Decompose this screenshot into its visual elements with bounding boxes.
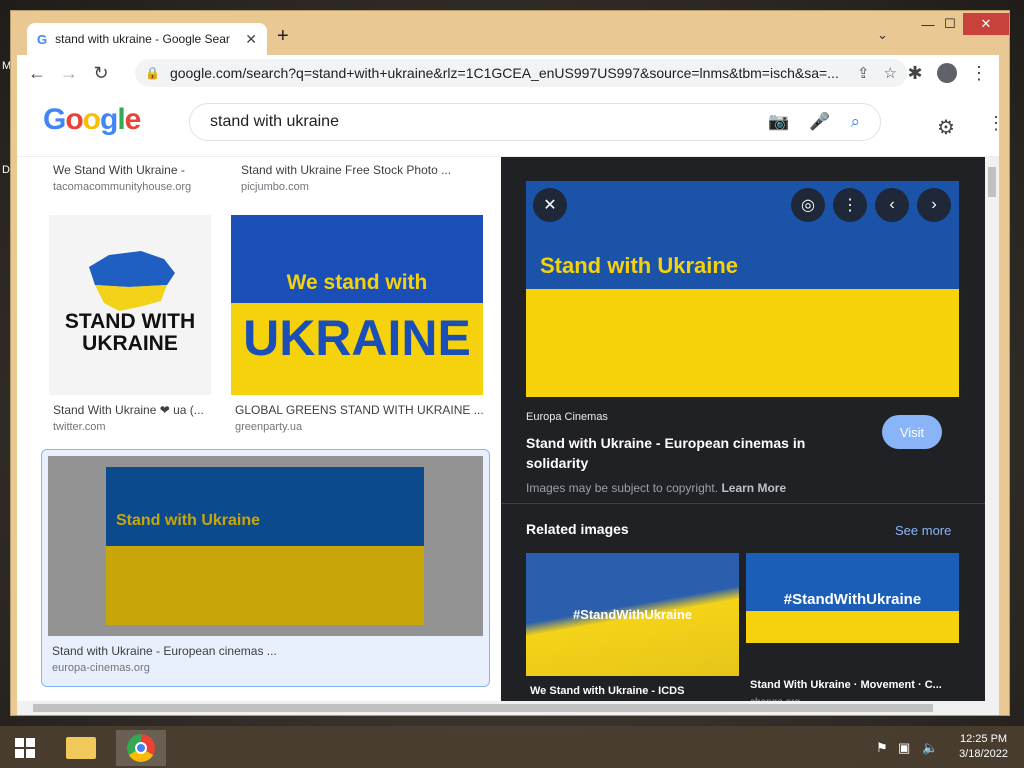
back-button[interactable]: ← (21, 59, 53, 87)
windows-start-icon[interactable] (0, 730, 50, 766)
clock-time: 12:25 PM (959, 733, 1008, 745)
preview-image-text: Stand with Ukraine (540, 253, 739, 278)
close-tab-icon[interactable]: ✕ (245, 31, 257, 48)
browser-tab[interactable]: G stand with ukraine - Google Sear ✕ (27, 23, 267, 55)
profile-avatar-icon[interactable] (931, 59, 963, 87)
copyright-notice: Images may be subject to copyright. Lear… (526, 481, 786, 495)
share-icon[interactable]: ⇪ (857, 64, 870, 82)
new-tab-button[interactable]: + (277, 25, 289, 48)
scroll-thumb[interactable] (988, 167, 996, 197)
result-thumbnail[interactable]: We stand with UKRAINE (231, 215, 483, 395)
related-images-heading: Related images (526, 521, 629, 537)
result-thumbnail[interactable]: Stand with Ukraine (48, 456, 483, 636)
system-clock[interactable]: 12:25 PM 3/18/2022 (959, 732, 1008, 762)
lens-icon[interactable]: ◎ (791, 188, 825, 222)
result-thumbnail[interactable]: STAND WITH UKRAINE (49, 215, 211, 395)
volume-muted-icon[interactable]: 🔈 (922, 740, 938, 756)
maximize-button[interactable]: ☐ (935, 13, 965, 35)
google-logo[interactable]: Google (43, 103, 141, 137)
result-caption: Stand with Ukraine - European cinemas ..… (52, 644, 472, 674)
related-caption[interactable]: We Stand with Ukraine - ICDS (530, 685, 684, 697)
copyright-text: Images may be subject to copyright. (526, 481, 719, 495)
camera-icon[interactable]: 📷 (768, 112, 789, 132)
microphone-icon[interactable]: 🎤 (809, 112, 830, 132)
preview-site[interactable]: Europa Cinemas (526, 411, 608, 423)
next-icon[interactable]: › (917, 188, 951, 222)
result-title[interactable]: We Stand With Ukraine - (53, 163, 223, 177)
windows-taskbar: ⚑ ▣ 🔈 12:25 PM 3/18/2022 (0, 726, 1024, 768)
divider (501, 503, 999, 504)
result-title[interactable]: Stand With Ukraine ❤ ua (... (53, 403, 223, 417)
settings-gear-icon[interactable]: ⚙ (937, 115, 955, 140)
reload-button[interactable]: ↻ (85, 59, 117, 87)
vertical-scrollbar[interactable] (985, 157, 999, 707)
result-source: greenparty.ua (235, 421, 303, 433)
see-more-link[interactable]: See more (895, 523, 951, 538)
browser-toolbar: ← → ↻ 🔒 google.com/search?q=stand+with+u… (17, 55, 999, 91)
related-image-text: #StandWithUkraine (783, 591, 922, 608)
learn-more-link[interactable]: Learn More (721, 481, 786, 495)
result-source: europa-cinemas.org (52, 662, 150, 674)
visit-button[interactable]: Visit (882, 415, 942, 449)
horizontal-scrollbar[interactable] (17, 701, 999, 715)
result-card[interactable]: We Stand With Ukraine - tacomacommunityh… (53, 163, 223, 193)
scroll-thumb[interactable] (33, 704, 933, 712)
previous-icon[interactable]: ‹ (875, 188, 909, 222)
apps-grid-icon[interactable]: ⋮ (987, 113, 999, 134)
image-text-line1: We stand with (286, 271, 428, 294)
image-preview-panel: Stand with Ukraine ✕ ◎ ⋮ ‹ › Europa Cine… (501, 157, 999, 708)
search-box[interactable]: stand with ukraine 📷 🎤 ⌕ (189, 103, 881, 141)
image-text: STAND WITH UKRAINE (64, 310, 196, 355)
related-caption[interactable]: Stand With Ukraine · Movement · C... (750, 679, 960, 691)
google-header: Google stand with ukraine 📷 🎤 ⌕ ⚙ ⋮ (17, 91, 999, 157)
google-images-page: Google stand with ukraine 📷 🎤 ⌕ ⚙ ⋮ We S… (17, 91, 999, 715)
search-icon[interactable]: ⌕ (850, 112, 860, 132)
forward-button[interactable]: → (53, 59, 85, 87)
close-preview-icon[interactable]: ✕ (533, 188, 567, 222)
tab-title: stand with ukraine - Google Sear (55, 32, 230, 46)
result-card[interactable]: GLOBAL GREENS STAND WITH UKRAINE ... gre… (235, 403, 485, 433)
lock-icon: 🔒 (145, 66, 160, 80)
ukraine-map-graphic (89, 251, 175, 311)
url-text[interactable]: google.com/search?q=stand+with+ukraine&r… (170, 65, 843, 81)
image-text-line2: UKRAINE (243, 310, 471, 366)
result-source: twitter.com (53, 421, 106, 433)
close-window-button[interactable]: ✕ (963, 13, 1009, 35)
tab-search-dropdown-icon[interactable]: ⌄ (877, 27, 888, 43)
result-title[interactable]: Stand with Ukraine - European cinemas ..… (52, 644, 472, 658)
related-image[interactable]: #StandWithUkraine (746, 553, 959, 643)
file-explorer-icon[interactable] (56, 730, 106, 766)
bookmark-star-icon[interactable]: ☆ (884, 64, 897, 82)
flag-notification-icon[interactable]: ⚑ (876, 740, 888, 756)
address-bar[interactable]: 🔒 google.com/search?q=stand+with+ukraine… (135, 59, 907, 87)
result-source: tacomacommunityhouse.org (53, 181, 192, 193)
google-favicon-icon: G (37, 31, 48, 47)
more-options-icon[interactable]: ⋮ (833, 188, 867, 222)
result-title[interactable]: Stand with Ukraine Free Stock Photo ... (241, 163, 481, 177)
result-card[interactable]: Stand With Ukraine ❤ ua (... twitter.com (53, 403, 223, 433)
search-input[interactable]: stand with ukraine (210, 113, 748, 131)
related-image[interactable]: #StandWithUkraine (526, 553, 739, 676)
menu-kebab-icon[interactable]: ⋮ (963, 59, 995, 87)
preview-title[interactable]: Stand with Ukraine - European cinemas in… (526, 433, 846, 473)
chrome-taskbar-icon[interactable] (116, 730, 166, 766)
selected-result-card[interactable]: Stand with Ukraine Stand with Ukraine - … (41, 449, 490, 687)
result-card[interactable]: Stand with Ukraine Free Stock Photo ... … (241, 163, 481, 193)
image-text: Stand with Ukraine (116, 512, 261, 529)
network-icon[interactable]: ▣ (898, 740, 910, 756)
extensions-icon[interactable]: ✱ (899, 59, 931, 87)
related-image-text: #StandWithUkraine (572, 607, 693, 622)
browser-window: — ☐ ✕ G stand with ukraine - Google Sear… (10, 10, 1010, 716)
clock-date: 3/18/2022 (959, 748, 1008, 760)
result-source: picjumbo.com (241, 181, 309, 193)
result-title[interactable]: GLOBAL GREENS STAND WITH UKRAINE ... (235, 403, 485, 417)
